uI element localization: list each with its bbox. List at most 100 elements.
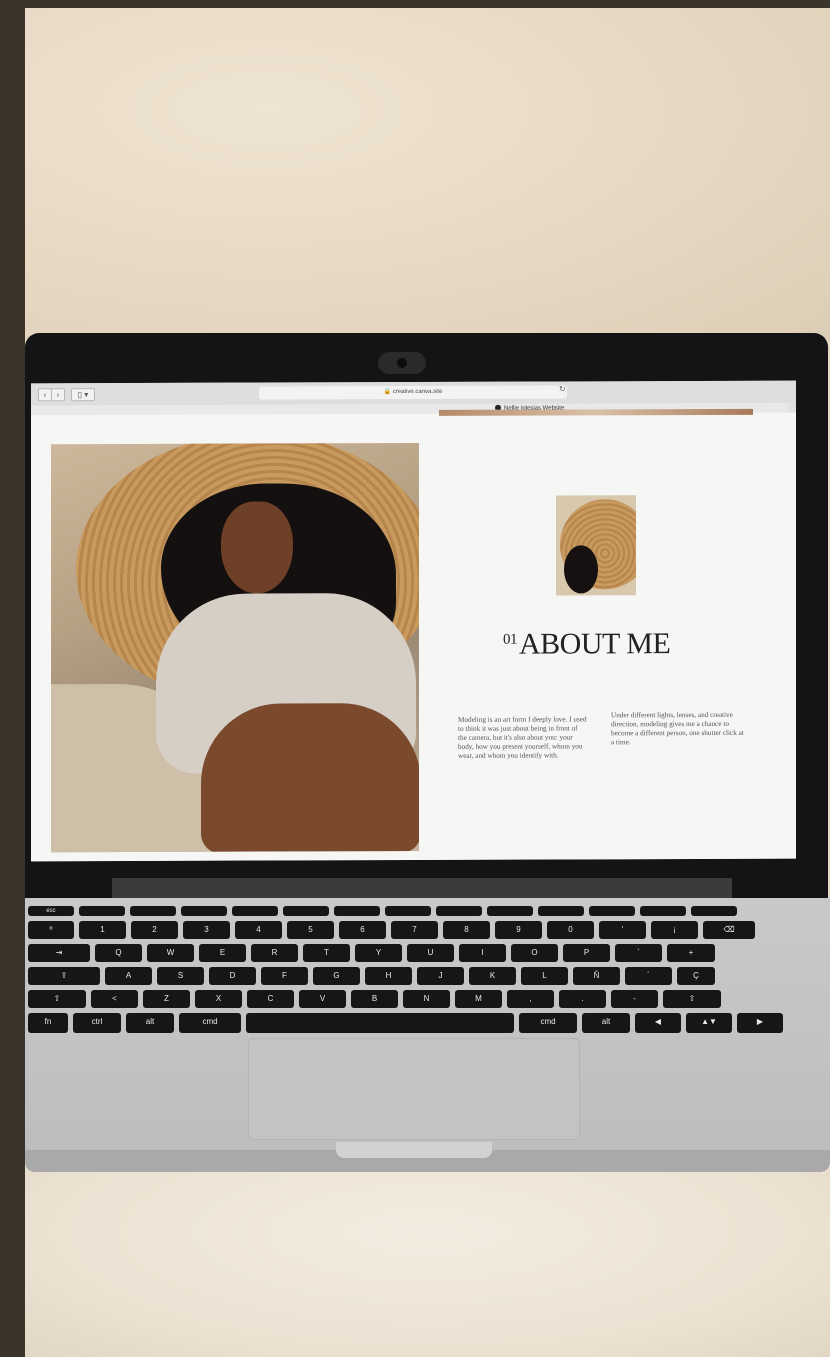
key[interactable]: B: [351, 990, 398, 1008]
key-f6[interactable]: [334, 906, 380, 916]
key-f3[interactable]: [181, 906, 227, 916]
key[interactable]: ,: [507, 990, 554, 1008]
key[interactable]: 6: [339, 921, 386, 939]
key[interactable]: C: [247, 990, 294, 1008]
key-alt-right[interactable]: alt: [582, 1013, 630, 1033]
back-button[interactable]: ‹: [38, 388, 52, 402]
key-tab[interactable]: ⇥: [28, 944, 90, 962]
key[interactable]: G: [313, 967, 360, 985]
key-f5[interactable]: [283, 906, 329, 916]
key[interactable]: Q: [95, 944, 142, 962]
key[interactable]: <: [91, 990, 138, 1008]
key[interactable]: I: [459, 944, 506, 962]
key[interactable]: P: [563, 944, 610, 962]
key[interactable]: Y: [355, 944, 402, 962]
key[interactable]: ': [599, 921, 646, 939]
key-f1[interactable]: [79, 906, 125, 916]
chevron-right-icon: ›: [56, 390, 60, 400]
key-backspace[interactable]: ⌫: [703, 921, 755, 939]
key-f12[interactable]: [640, 906, 686, 916]
reload-icon[interactable]: ↻: [559, 384, 566, 393]
legs-shape: [201, 702, 419, 853]
key[interactable]: S: [157, 967, 204, 985]
keyboard-row-home: ⇪ A S D F G H J K L Ñ ´ Ç: [28, 967, 715, 985]
key-arrow-left[interactable]: ◀: [635, 1013, 681, 1033]
key[interactable]: K: [469, 967, 516, 985]
photo-scene: ‹ › ▯ ▾ 🔒 creative.canva.site ↻ Nellie I…: [0, 0, 830, 1357]
key[interactable]: `: [615, 944, 662, 962]
key[interactable]: 0: [547, 921, 594, 939]
key-alt-left[interactable]: alt: [126, 1013, 174, 1033]
lid-opening-notch: [336, 1142, 492, 1158]
key-f4[interactable]: [232, 906, 278, 916]
key[interactable]: -: [611, 990, 658, 1008]
key[interactable]: 8: [443, 921, 490, 939]
key[interactable]: .: [559, 990, 606, 1008]
key[interactable]: 4: [235, 921, 282, 939]
keyboard-row-bottom-letters: ⇧ < Z X C V B N M , . - ⇧: [28, 990, 721, 1008]
forward-button[interactable]: ›: [51, 388, 65, 402]
key[interactable]: T: [303, 944, 350, 962]
key[interactable]: 5: [287, 921, 334, 939]
key-esc[interactable]: esc: [28, 906, 74, 916]
about-paragraph-2: Under different lights, lenses, and crea…: [611, 710, 744, 747]
key-fn[interactable]: fn: [28, 1013, 68, 1033]
key[interactable]: D: [209, 967, 256, 985]
dark-frame-left: [0, 0, 25, 1357]
sidebar-icon: ▯ ▾: [77, 390, 89, 400]
key-f8[interactable]: [436, 906, 482, 916]
key[interactable]: 1: [79, 921, 126, 939]
key[interactable]: Ç: [677, 967, 715, 985]
key[interactable]: U: [407, 944, 454, 962]
key[interactable]: F: [261, 967, 308, 985]
thumb-hair-shape: [564, 545, 598, 594]
trackpad[interactable]: [248, 1038, 580, 1140]
keyboard-row-top-letters: ⇥ Q W E R T Y U I O P ` +: [28, 944, 715, 962]
key-caps-lock[interactable]: ⇪: [28, 967, 100, 985]
key-f7[interactable]: [385, 906, 431, 916]
key[interactable]: Ñ: [573, 967, 620, 985]
key[interactable]: O: [511, 944, 558, 962]
key-space[interactable]: [246, 1013, 514, 1033]
key-cmd-left[interactable]: cmd: [179, 1013, 241, 1033]
key[interactable]: E: [199, 944, 246, 962]
section-number: 01: [503, 631, 517, 648]
address-bar[interactable]: 🔒 creative.canva.site: [259, 385, 567, 400]
key[interactable]: 2: [131, 921, 178, 939]
key-f9[interactable]: [487, 906, 533, 916]
key[interactable]: +: [667, 944, 715, 962]
url-text: creative.canva.site: [392, 388, 443, 396]
key-shift-right[interactable]: ⇧: [663, 990, 721, 1008]
key-power[interactable]: [691, 906, 737, 916]
webcam-cover-icon: [378, 352, 426, 374]
key-ctrl[interactable]: ctrl: [73, 1013, 121, 1033]
key[interactable]: Z: [143, 990, 190, 1008]
sidebar-toggle-button[interactable]: ▯ ▾: [71, 388, 95, 402]
key-f11[interactable]: [589, 906, 635, 916]
key[interactable]: 3: [183, 921, 230, 939]
thumbnail-photo: [556, 495, 636, 596]
key-arrow-right[interactable]: ▶: [737, 1013, 783, 1033]
key-arrow-up-down[interactable]: ▲▼: [686, 1013, 732, 1033]
dark-frame-top: [0, 0, 830, 8]
key[interactable]: ´: [625, 967, 672, 985]
key[interactable]: R: [251, 944, 298, 962]
key[interactable]: ¡: [651, 921, 698, 939]
key[interactable]: L: [521, 967, 568, 985]
key[interactable]: 9: [495, 921, 542, 939]
key[interactable]: J: [417, 967, 464, 985]
key-cmd-right[interactable]: cmd: [519, 1013, 577, 1033]
key[interactable]: H: [365, 967, 412, 985]
key[interactable]: º: [28, 921, 74, 939]
key[interactable]: W: [147, 944, 194, 962]
key-f2[interactable]: [130, 906, 176, 916]
key[interactable]: 7: [391, 921, 438, 939]
key[interactable]: M: [455, 990, 502, 1008]
key[interactable]: A: [105, 967, 152, 985]
website-page: 01ABOUT ME Modeling is an art form I dee…: [31, 408, 796, 862]
key-shift-left[interactable]: ⇧: [28, 990, 86, 1008]
key[interactable]: V: [299, 990, 346, 1008]
key[interactable]: N: [403, 990, 450, 1008]
key[interactable]: X: [195, 990, 242, 1008]
key-f10[interactable]: [538, 906, 584, 916]
